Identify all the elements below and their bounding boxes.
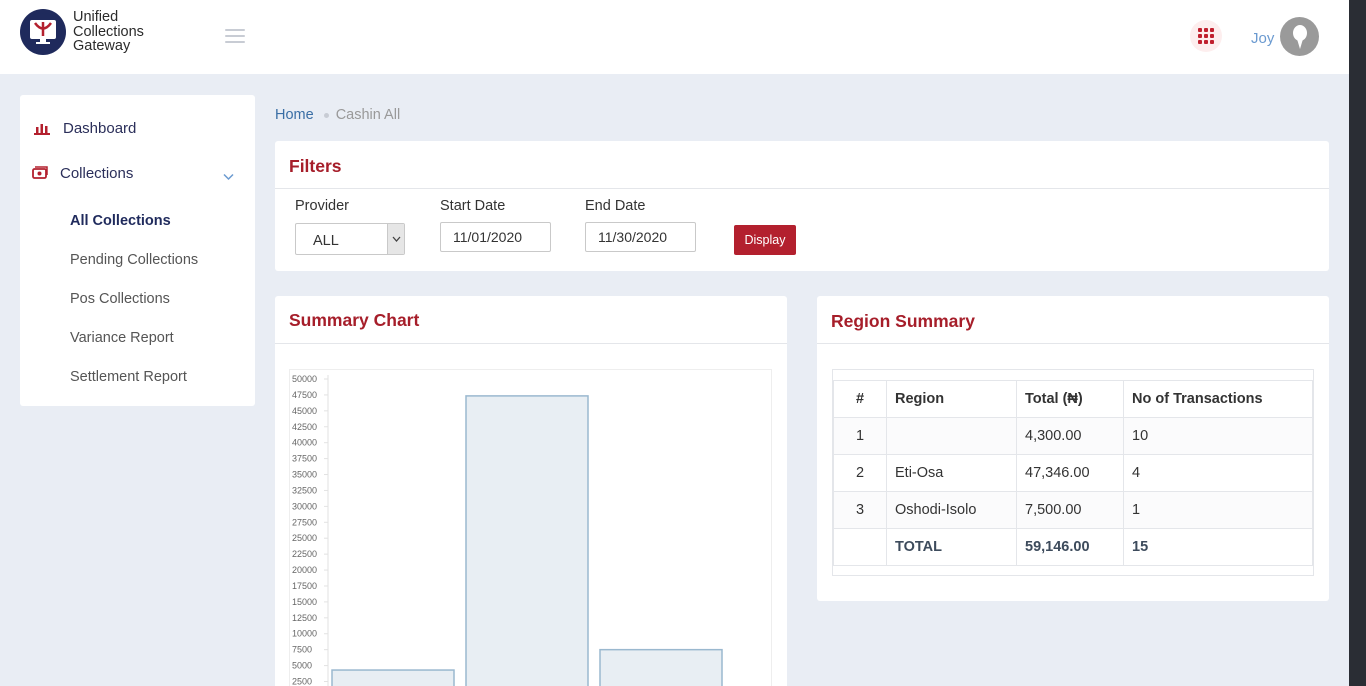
sidebar-item-label: Dashboard bbox=[63, 119, 137, 137]
y-tick-label: 40000 bbox=[292, 438, 317, 448]
row-count: 1 bbox=[1123, 491, 1313, 529]
row-total: 7,500.00 bbox=[1016, 491, 1124, 529]
y-tick-label: 37500 bbox=[292, 454, 317, 464]
y-tick-label: 5000 bbox=[292, 661, 312, 671]
total-count: 15 bbox=[1123, 528, 1313, 566]
end-date-input[interactable] bbox=[585, 222, 696, 252]
table-row: 3 Oshodi-Isolo 7,500.00 1 bbox=[833, 491, 1313, 529]
table-total-row: TOTAL 59,146.00 15 bbox=[833, 528, 1313, 566]
row-region: Oshodi-Isolo bbox=[886, 491, 1017, 529]
logo-mark-icon bbox=[20, 9, 66, 55]
total-row-empty-cell bbox=[833, 528, 887, 566]
y-tick-label: 42500 bbox=[292, 422, 317, 432]
y-tick-label: 7500 bbox=[292, 645, 312, 655]
row-count: 10 bbox=[1123, 417, 1313, 455]
row-number: 1 bbox=[833, 417, 887, 455]
region-table-container: # Region Total (₦) No of Transactions 1 … bbox=[832, 369, 1314, 576]
chart-area: 2500 5000 7500 10000 12500 15000 17500 20000 225… bbox=[289, 369, 772, 686]
y-tick-label: 50000 bbox=[292, 374, 317, 384]
summary-chart-card: Summary Chart 2500 5000 7500 10000 12500 1500… bbox=[275, 296, 787, 686]
column-header: # bbox=[833, 380, 887, 418]
y-tick-label: 2500 bbox=[292, 677, 312, 686]
top-bar: Unified Collections Gateway Joy bbox=[0, 0, 1349, 74]
user-avatar-icon[interactable] bbox=[1280, 17, 1319, 56]
y-tick-label: 32500 bbox=[292, 485, 317, 495]
row-region bbox=[886, 417, 1017, 455]
region-summary-title: Region Summary bbox=[831, 311, 975, 331]
page-scrollbar[interactable] bbox=[1349, 0, 1366, 686]
total-amount: 59,146.00 bbox=[1016, 528, 1124, 566]
y-tick-label: 27500 bbox=[292, 517, 317, 527]
logo-text: Unified Collections Gateway bbox=[73, 10, 144, 54]
row-number: 3 bbox=[833, 491, 887, 529]
y-tick-label: 45000 bbox=[292, 406, 317, 416]
sidebar-subitem-pending-collections[interactable]: Pending Collections bbox=[70, 252, 198, 268]
provider-select-value: ALL bbox=[313, 233, 339, 249]
row-number: 2 bbox=[833, 454, 887, 492]
display-button[interactable]: Display bbox=[734, 225, 796, 255]
region-table: # Region Total (₦) No of Transactions 1 … bbox=[833, 380, 1313, 566]
summary-chart-title: Summary Chart bbox=[289, 310, 420, 330]
y-tick-label: 10000 bbox=[292, 629, 317, 639]
filters-card: Filters Provider Start Date End Date ALL… bbox=[275, 141, 1329, 271]
bar-chart: 2500 5000 7500 10000 12500 15000 17500 20000 225… bbox=[292, 374, 723, 686]
breadcrumb: Home Cashin All bbox=[275, 107, 400, 123]
sidebar-item-collections[interactable]: Collections bbox=[20, 155, 255, 191]
provider-label: Provider bbox=[295, 198, 349, 214]
logo-line: Gateway bbox=[73, 38, 131, 55]
y-tick-label: 20000 bbox=[292, 565, 317, 575]
chevron-down-icon[interactable] bbox=[223, 168, 234, 186]
region-summary-header: Region Summary bbox=[817, 296, 1329, 344]
sidebar-subitem-settlement-report[interactable]: Settlement Report bbox=[70, 369, 187, 385]
start-date-label: Start Date bbox=[440, 198, 506, 214]
column-header: Region bbox=[886, 380, 1017, 418]
sidebar-item-dashboard[interactable]: Dashboard bbox=[20, 110, 255, 146]
row-total: 47,346.00 bbox=[1016, 454, 1124, 492]
y-tick-label: 47500 bbox=[292, 390, 317, 400]
sidebar-item-label: Collections bbox=[60, 164, 134, 182]
chevron-down-icon[interactable] bbox=[387, 224, 404, 254]
row-total: 4,300.00 bbox=[1016, 417, 1124, 455]
column-header: No of Transactions bbox=[1123, 380, 1313, 418]
logo-line: Unified bbox=[73, 9, 119, 26]
chart-bar[interactable] bbox=[465, 395, 589, 686]
filters-title: Filters bbox=[289, 156, 342, 176]
grid-apps-icon[interactable] bbox=[1190, 20, 1222, 52]
chart-bar[interactable] bbox=[331, 669, 455, 686]
app-logo[interactable]: Unified Collections Gateway bbox=[20, 9, 144, 55]
user-name[interactable]: Joy bbox=[1251, 30, 1274, 47]
table-row: 1 4,300.00 10 bbox=[833, 417, 1313, 455]
sidebar: Dashboard Collections All Collections Pe… bbox=[20, 95, 255, 406]
end-date-label: End Date bbox=[585, 198, 646, 214]
sidebar-subitem-variance-report[interactable]: Variance Report bbox=[70, 330, 174, 346]
sidebar-subitem-pos-collections[interactable]: Pos Collections bbox=[70, 291, 170, 307]
total-label: TOTAL bbox=[886, 528, 1017, 566]
row-count: 4 bbox=[1123, 454, 1313, 492]
provider-select[interactable]: ALL bbox=[295, 223, 405, 255]
y-tick-label: 17500 bbox=[292, 581, 317, 591]
bar-chart-icon bbox=[34, 121, 50, 140]
filters-header: Filters bbox=[275, 141, 1329, 189]
column-header: Total (₦) bbox=[1016, 380, 1124, 418]
y-tick-label: 15000 bbox=[292, 597, 317, 607]
y-tick-label: 30000 bbox=[292, 501, 317, 511]
row-region: Eti-Osa bbox=[886, 454, 1017, 492]
region-summary-card: Region Summary # Region Total (₦) No of … bbox=[817, 296, 1329, 601]
table-header-row: # Region Total (₦) No of Transactions bbox=[833, 380, 1313, 418]
summary-chart-header: Summary Chart bbox=[275, 296, 787, 344]
cash-icon bbox=[32, 166, 48, 185]
breadcrumb-current: Cashin All bbox=[335, 107, 401, 123]
start-date-input[interactable] bbox=[440, 222, 551, 252]
chart-bar[interactable] bbox=[599, 648, 723, 686]
y-tick-label: 22500 bbox=[292, 549, 317, 559]
sidebar-subitem-all-collections[interactable]: All Collections bbox=[70, 213, 171, 229]
y-tick-label: 35000 bbox=[292, 470, 317, 480]
breadcrumb-home-link[interactable]: Home bbox=[275, 107, 314, 123]
breadcrumb-separator bbox=[323, 112, 329, 118]
table-row: 2 Eti-Osa 47,346.00 4 bbox=[833, 454, 1313, 492]
logo-line: Collections bbox=[73, 23, 144, 40]
y-tick-label: 25000 bbox=[292, 533, 317, 543]
hamburger-icon[interactable] bbox=[225, 29, 245, 43]
y-tick-label: 12500 bbox=[292, 613, 317, 623]
